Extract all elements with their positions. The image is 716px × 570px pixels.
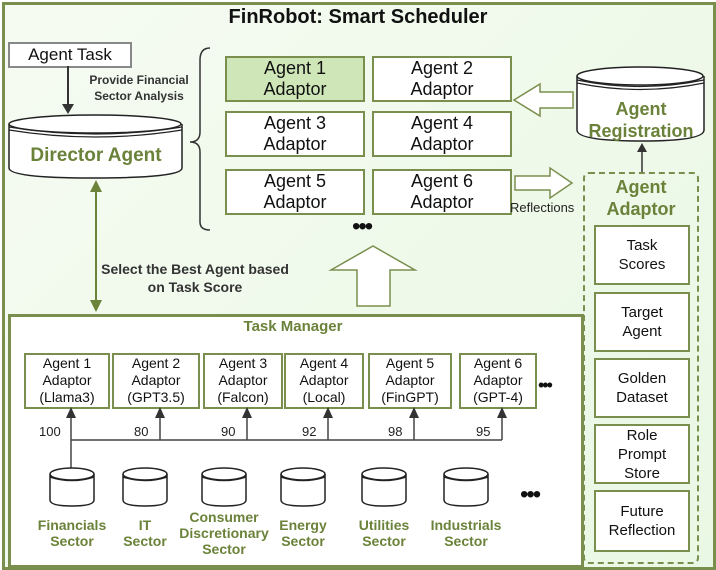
sector-ellipsis: ••• xyxy=(520,481,541,508)
score-arrowhead xyxy=(242,407,252,418)
sector-database-icon xyxy=(201,467,247,507)
score-arrowhead xyxy=(155,407,165,418)
sector-label-line: Sector xyxy=(444,533,488,549)
sector-database-icon xyxy=(49,467,95,507)
score-arrowhead xyxy=(409,407,419,418)
sector-database-icon xyxy=(361,467,407,507)
score-connectors xyxy=(49,407,507,507)
sector-database-icon xyxy=(122,467,168,507)
score-arrowhead xyxy=(323,407,333,418)
sector-database-icon xyxy=(443,467,489,507)
sector-database-icon xyxy=(280,467,326,507)
sector-label-line: Industrials xyxy=(430,517,502,533)
score-arrowhead xyxy=(497,407,507,418)
score-arrowhead xyxy=(66,407,76,418)
sector-label: Industrials Sector xyxy=(411,517,521,549)
